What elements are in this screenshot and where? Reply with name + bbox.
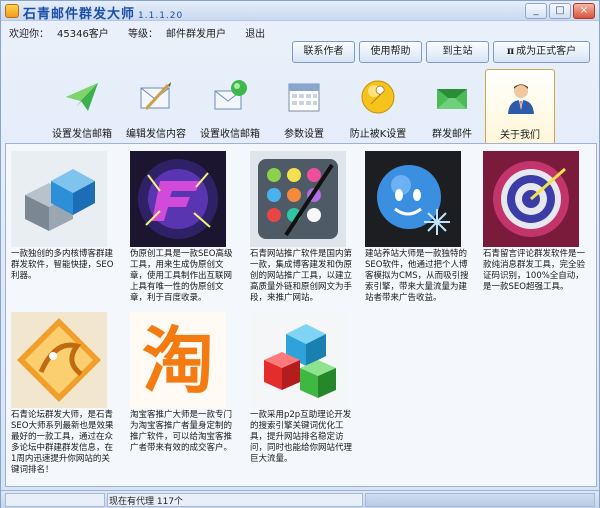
tool-label: 设置发信邮箱	[52, 129, 112, 140]
send-envelope-icon	[437, 89, 467, 109]
tool-anti-block[interactable]: 防止被K设置	[343, 69, 413, 143]
tool-label: 编辑发信内容	[126, 129, 186, 140]
logout-link[interactable]: 退出	[245, 29, 265, 40]
welcome-label: 欢迎你：	[9, 29, 49, 40]
window-controls: _ □ ×	[525, 3, 595, 19]
status-bar: 现在有代理 117个	[1, 490, 599, 508]
product-desc: 石青论坛群发大师，是石青SEO大师系列最新也是效果最好的一款工具，通过在众多论坛…	[11, 410, 114, 475]
product-desc: 石青留言评论群发软件是一款纯消息群发工具，完全验证码识别，100%全自动，是一款…	[483, 249, 586, 292]
tool-edit-content[interactable]: 编辑发信内容	[121, 69, 191, 143]
user-level: 邮件群发用户	[166, 29, 226, 40]
main-site-button[interactable]: 到主站	[426, 41, 489, 63]
tool-label: 关于我们	[500, 130, 540, 141]
purple-logo-icon	[130, 151, 226, 247]
tool-set-receiver[interactable]: 设置收信邮箱	[195, 69, 265, 143]
app-title: 石青邮件群发大师	[23, 7, 136, 22]
tool-about-us[interactable]: 关于我们	[485, 69, 555, 144]
blocks-icon	[11, 151, 107, 247]
wrench-icon	[361, 80, 395, 114]
become-customer-button[interactable]: π 成为正式客户	[493, 41, 590, 63]
action-buttons: 联系作者 使用帮助 到主站 π 成为正式客户	[292, 41, 590, 63]
tool-label: 参数设置	[284, 129, 324, 140]
status-cell-left	[5, 493, 105, 507]
close-button[interactable]: ×	[573, 3, 595, 19]
maximize-button[interactable]: □	[549, 3, 571, 19]
color-palette-icon	[250, 151, 346, 247]
product-desc: 石青网站推广软件是国内第一款，集成博客建发和伪原创的网站推广工具，以建立高质量外…	[250, 249, 353, 303]
tool-label: 群发邮件	[432, 129, 472, 140]
orange-diamond-icon	[11, 312, 107, 408]
contact-author-button[interactable]: 联系作者	[292, 41, 355, 63]
toolbar: 设置发信邮箱 编辑发信内容 设置收信邮箱 参数设置 防止被K设置 群发邮件 关于…	[7, 69, 595, 144]
calendar-settings-icon	[288, 83, 320, 112]
welcome-text: 欢迎你： 45346客户	[9, 29, 117, 40]
about-content-panel: 一款独创的多内核博客群建群发软件，智能快捷，SEO利器。 伪原创工具是一款SEO…	[5, 143, 597, 487]
user-info: 欢迎你： 45346客户 等级： 邮件群发用户 退出	[9, 25, 273, 40]
product-desc: 伪原创工具是一款SEO高级工具，用来生成伪原创文章，使用工具制作出互联网上具有唯…	[130, 249, 233, 303]
username: 45346客户	[57, 29, 109, 40]
taobao-logo-icon: 淘	[130, 312, 226, 408]
tool-label: 设置收信邮箱	[200, 129, 260, 140]
help-button[interactable]: 使用帮助	[359, 41, 422, 63]
tool-label: 防止被K设置	[349, 129, 407, 140]
tool-set-sender[interactable]: 设置发信邮箱	[47, 69, 117, 143]
title-bar[interactable]: 石青邮件群发大师 1.1.1.20 _ □ ×	[1, 1, 599, 22]
product-desc: 一款采用p2p互助理论开发的搜索引擎关键词优化工具，提升网站排名稳定访问，同时也…	[250, 410, 353, 464]
status-progress	[365, 493, 595, 507]
color-cubes-icon	[250, 312, 346, 408]
pi-icon: π	[506, 46, 515, 57]
window-title: 石青邮件群发大师 1.1.1.20	[23, 3, 183, 22]
product-desc: 建站养站大师是一款独特的SEO软件，他通过把个人博客模拟为CMS，从而吸引搜索引…	[365, 249, 469, 303]
target-logo-icon	[483, 151, 579, 247]
paper-plane-icon	[66, 83, 98, 111]
agent-count-text: 现在有代理 117个	[109, 497, 184, 507]
receive-mail-icon	[214, 80, 247, 110]
product-desc: 淘宝客推广大师是一款专门为淘宝客推广者量身定制的推广软件，可以给淘宝客推广者带来…	[130, 410, 233, 453]
edit-mail-icon	[140, 82, 171, 111]
minimize-button[interactable]: _	[525, 3, 547, 19]
level-label: 等级：	[128, 29, 158, 40]
blue-smiley-icon	[365, 151, 461, 247]
tool-bulk-send[interactable]: 群发邮件	[417, 69, 487, 143]
product-desc: 一款独创的多内核博客群建群发软件，智能快捷，SEO利器。	[11, 249, 114, 281]
level-text: 等级： 邮件群发用户	[128, 29, 234, 40]
become-customer-label: 成为正式客户	[516, 46, 577, 57]
app-icon	[5, 4, 19, 18]
person-icon	[508, 84, 534, 114]
taobao-glyph: 淘	[142, 319, 214, 403]
app-version: 1.1.1.20	[138, 11, 184, 21]
tool-params[interactable]: 参数设置	[269, 69, 339, 143]
main-window: 石青邮件群发大师 1.1.1.20 _ □ × 欢迎你： 45346客户 等级： 邮件…	[0, 0, 600, 508]
